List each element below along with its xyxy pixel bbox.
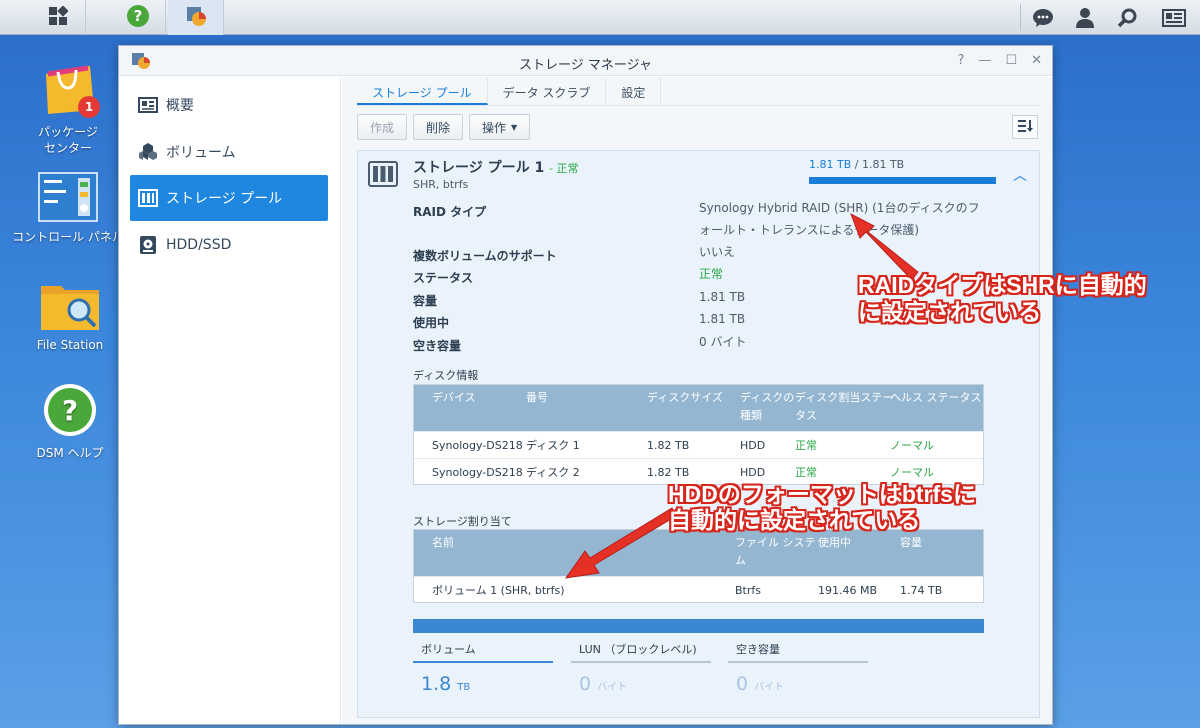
raid-annotation-line1: RAIDタイプはSHRに自動的 [858,272,1147,298]
hdd-annotation-line2: 自動的に設定されている [668,507,921,533]
raid-annotation-line2: に設定されている [858,299,1042,325]
hdd-annotation-arrow [564,507,677,579]
hdd-annotation-line1: HDDのフォーマットはbtrfsに [668,481,976,507]
annotation-arrows [564,212,919,579]
raid-annotation-arrow [850,212,919,281]
